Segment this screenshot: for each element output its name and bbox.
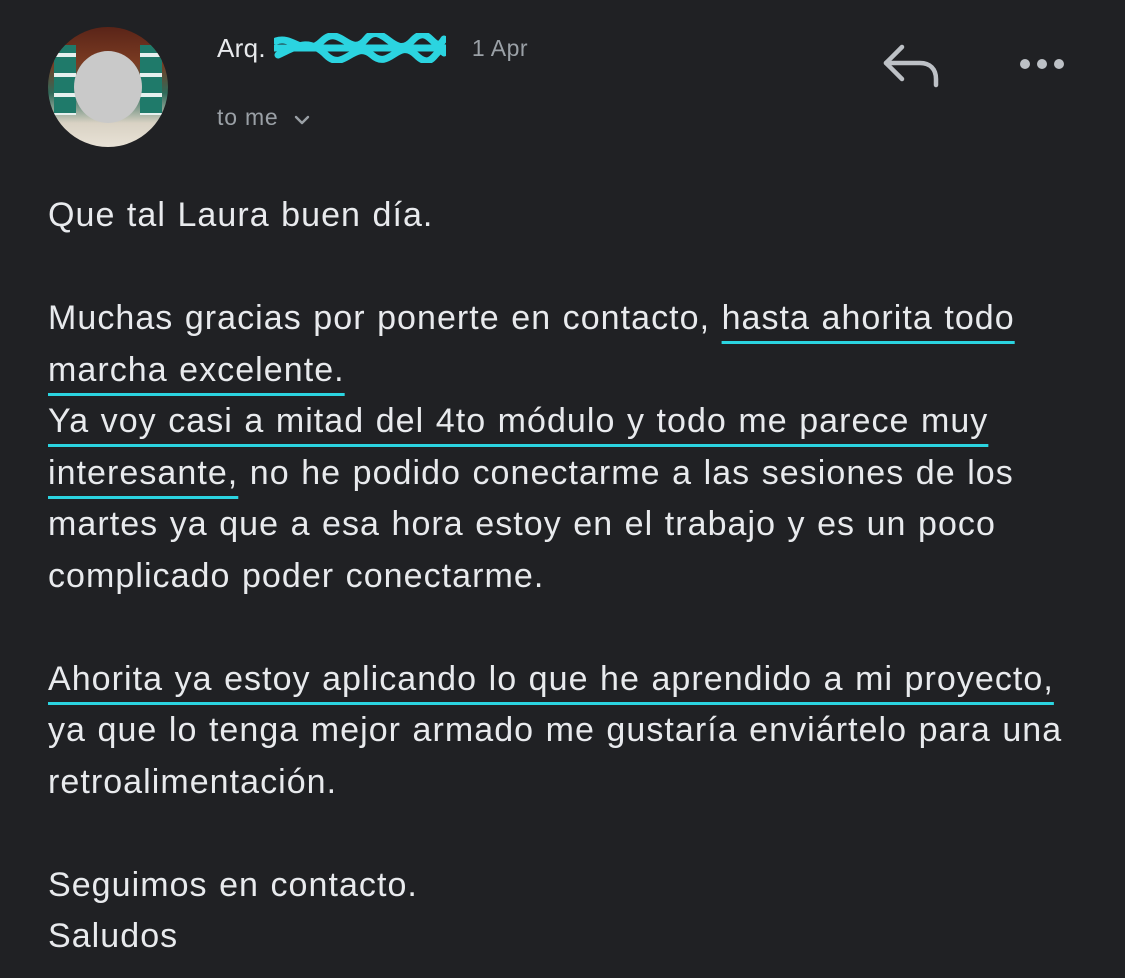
highlighted-text: Ahorita ya estoy aplicando lo que he apr… <box>48 659 1054 698</box>
redaction-scribble <box>270 30 450 65</box>
closing-line: Seguimos en contacto. <box>48 865 418 904</box>
signoff: Saludos <box>48 917 179 955</box>
email-header: Arq. 1 Apr to me <box>0 0 1125 160</box>
recipient-label: to me <box>217 103 279 130</box>
recipient-toggle[interactable]: to me <box>217 100 313 134</box>
reply-button[interactable] <box>876 36 942 92</box>
paragraph-1: Muchas gracias por ponerte en contacto, … <box>48 293 1078 396</box>
avatar-background-tile <box>140 45 162 115</box>
paragraph-1-text: Muchas gracias por ponerte en contacto, <box>48 299 711 337</box>
sender-name[interactable]: Arq. <box>217 33 266 64</box>
more-horizontal-icon <box>1020 59 1064 69</box>
paragraph-3: Ahorita ya estoy aplicando lo que he apr… <box>48 654 1078 809</box>
email-body: Que tal Laura buen día. Muchas gracias p… <box>48 190 1078 963</box>
greeting: Que tal Laura buen día. <box>48 196 434 234</box>
paragraph-3-text: ya que lo tenga mejor armado me gustaría… <box>48 711 1063 801</box>
more-options-button[interactable] <box>1008 44 1074 84</box>
paragraph-2: Ya voy casi a mitad del 4to módulo y tod… <box>48 396 1078 602</box>
sender-line: Arq. 1 Apr <box>217 30 528 66</box>
avatar-blurred-face <box>74 51 142 123</box>
email-date: 1 Apr <box>471 34 529 61</box>
chevron-down-icon <box>294 115 309 125</box>
reply-icon <box>883 44 939 88</box>
avatar-background-tile <box>54 45 76 115</box>
sender-avatar[interactable] <box>48 27 168 147</box>
